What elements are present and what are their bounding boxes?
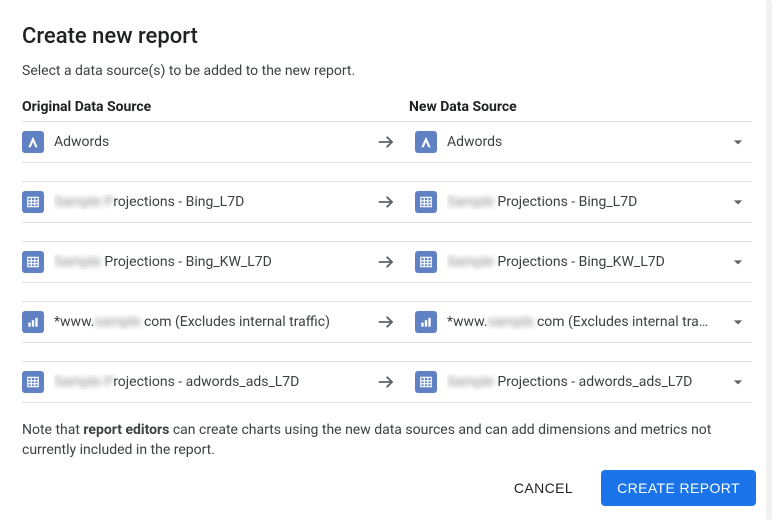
new-data-source-select[interactable]: Sample Projections - Bing_L7D: [409, 191, 752, 213]
original-data-source: Sample Projections - adwords_ads_L7D: [22, 371, 362, 393]
original-label: Adwords: [54, 134, 109, 150]
original-label: *www.sample.com (Excludes internal traff…: [54, 314, 330, 330]
sheet-icon: [22, 191, 44, 213]
data-source-row: *www.sample.com (Excludes internal traff…: [22, 301, 752, 343]
original-label: Sample Projections - Bing_L7D: [54, 194, 244, 210]
footnote-pre: Note that: [22, 422, 83, 438]
dialog-title: Create new report: [22, 24, 752, 49]
arrow-icon: [362, 251, 409, 273]
sheet-icon: [22, 251, 44, 273]
columns-header: Original Data Source New Data Source: [22, 99, 752, 115]
data-source-row: Adwords Adwords: [22, 121, 752, 163]
original-data-source: Adwords: [22, 131, 362, 153]
data-source-row: Sample Projections - Bing_KW_L7D Sample …: [22, 241, 752, 283]
original-data-source: *www.sample.com (Excludes internal traff…: [22, 311, 362, 333]
original-header: Original Data Source: [22, 99, 409, 115]
chevron-down-icon: [728, 252, 752, 272]
analytics-icon: [415, 311, 437, 333]
chevron-down-icon: [728, 312, 752, 332]
new-data-source-select[interactable]: Sample Projections - Bing_KW_L7D: [409, 251, 752, 273]
new-header: New Data Source: [409, 99, 752, 115]
analytics-icon: [22, 311, 44, 333]
new-data-source-select[interactable]: Sample Projections - adwords_ads_L7D: [409, 371, 752, 393]
create-report-dialog: Create new report Select a data source(s…: [0, 0, 774, 520]
cancel-button[interactable]: CANCEL: [508, 472, 579, 504]
create-report-button[interactable]: CREATE REPORT: [601, 470, 756, 506]
dialog-subtitle: Select a data source(s) to be added to t…: [22, 63, 752, 79]
sheet-icon: [415, 191, 437, 213]
new-data-source-select[interactable]: *www.sample.com (Excludes internal traff…: [409, 311, 752, 333]
scrollbar[interactable]: [766, 0, 772, 520]
chevron-down-icon: [728, 192, 752, 212]
sheet-icon: [22, 371, 44, 393]
adwords-icon: [22, 131, 44, 153]
new-label: Sample Projections - Bing_KW_L7D: [447, 254, 665, 270]
original-label: Sample Projections - adwords_ads_L7D: [54, 374, 299, 390]
new-data-source-select[interactable]: Adwords: [409, 131, 752, 153]
sheet-icon: [415, 251, 437, 273]
original-data-source: Sample Projections - Bing_KW_L7D: [22, 251, 362, 273]
data-source-row: Sample Projections - adwords_ads_L7D Sam…: [22, 361, 752, 403]
arrow-icon: [362, 371, 409, 393]
new-label: Sample Projections - adwords_ads_L7D: [447, 374, 692, 390]
new-label: Adwords: [447, 134, 502, 150]
arrow-icon: [362, 131, 409, 153]
sheet-icon: [415, 371, 437, 393]
chevron-down-icon: [728, 372, 752, 392]
data-source-row: Sample Projections - Bing_L7D Sample Pro…: [22, 181, 752, 223]
footnote: Note that report editors can create char…: [22, 421, 752, 460]
chevron-down-icon: [728, 132, 752, 152]
footnote-bold: report editors: [83, 422, 169, 438]
new-label: *www.sample.com (Excludes internal traff…: [447, 314, 718, 330]
dialog-actions: CANCEL CREATE REPORT: [508, 470, 756, 506]
original-label: Sample Projections - Bing_KW_L7D: [54, 254, 272, 270]
new-label: Sample Projections - Bing_L7D: [447, 194, 637, 210]
original-data-source: Sample Projections - Bing_L7D: [22, 191, 362, 213]
arrow-icon: [362, 311, 409, 333]
arrow-icon: [362, 191, 409, 213]
adwords-icon: [415, 131, 437, 153]
